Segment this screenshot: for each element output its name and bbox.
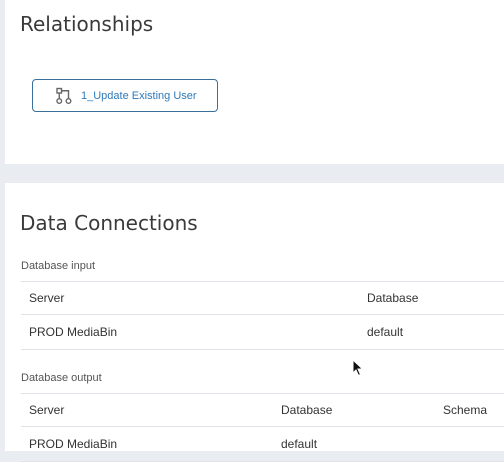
- table-header-row: Server Database: [21, 281, 504, 315]
- column-header-server: Server: [29, 291, 65, 305]
- server-cell: PROD MediaBin: [29, 437, 118, 451]
- server-cell: PROD MediaBin: [29, 325, 118, 339]
- mouse-pointer-icon: [352, 359, 364, 377]
- relationship-button-update-existing-user[interactable]: 1_Update Existing User: [32, 79, 218, 112]
- data-connections-panel: Data Connections Database input Server D…: [5, 183, 504, 462]
- relationships-panel: Relationships 1_Update Existing User: [5, 0, 504, 164]
- column-header-database: Database: [281, 403, 333, 417]
- database-output-label: Database output: [21, 372, 102, 384]
- database-input-table: Server Database PROD MediaBin default: [21, 281, 504, 350]
- workflow-branch-icon: [55, 87, 73, 105]
- database-cell: default: [367, 325, 404, 339]
- table-header-row: Server Database Schema: [21, 393, 504, 427]
- database-output-table: Server Database Schema PROD MediaBin def…: [21, 393, 504, 462]
- database-cell: default: [281, 437, 318, 451]
- column-header-schema: Schema: [443, 403, 488, 417]
- relationship-button-label: 1_Update Existing User: [81, 89, 197, 102]
- database-input-label: Database input: [21, 260, 95, 272]
- relationships-title: Relationships: [20, 12, 154, 36]
- table-row: PROD MediaBin default: [21, 427, 504, 462]
- data-connections-title: Data Connections: [20, 211, 198, 235]
- table-row: PROD MediaBin default: [21, 315, 504, 350]
- column-header-server: Server: [29, 403, 65, 417]
- column-header-database: Database: [367, 291, 419, 305]
